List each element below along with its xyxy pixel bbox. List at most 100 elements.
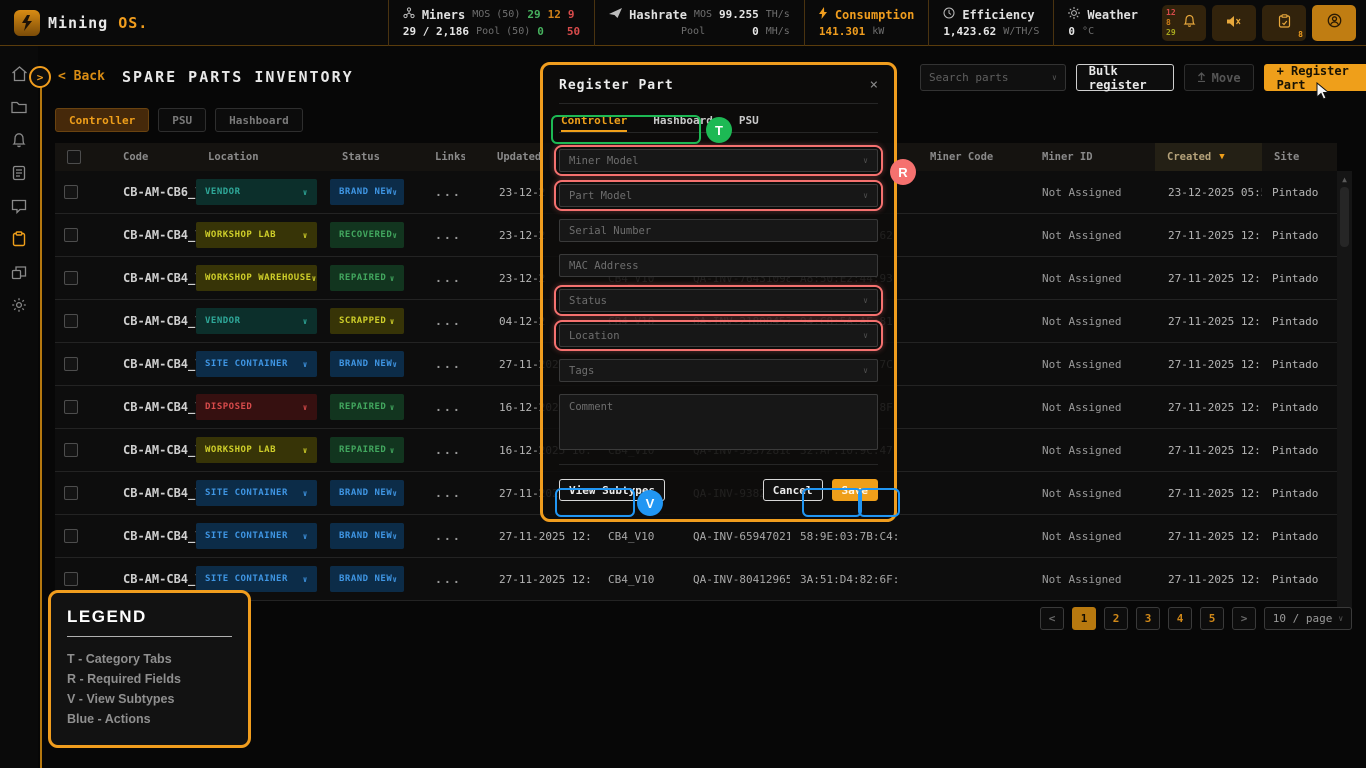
row-checkbox[interactable]	[64, 314, 78, 328]
speaker-icon	[1226, 13, 1242, 32]
status-select[interactable]: BRAND NEW∨	[330, 523, 404, 549]
field-serial-number[interactable]: Serial Number	[559, 219, 878, 242]
col-header-code[interactable]: Code	[90, 151, 196, 163]
move-button[interactable]: Move	[1184, 64, 1254, 91]
field-status[interactable]: Status∨	[559, 289, 878, 312]
links-menu[interactable]: ...	[420, 529, 465, 543]
category-tab-hashboard[interactable]: Hashboard	[215, 108, 303, 132]
sound-button[interactable]	[1212, 5, 1256, 41]
links-menu[interactable]: ...	[420, 357, 465, 371]
field-mac-address[interactable]: MAC Address	[559, 254, 878, 277]
category-tab-psu[interactable]: PSU	[158, 108, 206, 132]
row-checkbox[interactable]	[64, 572, 78, 586]
modal-tab-psu[interactable]: PSU	[739, 114, 759, 132]
row-checkbox[interactable]	[64, 400, 78, 414]
status-select[interactable]: REPAIRED∨	[330, 437, 404, 463]
modal-tab-controller[interactable]: Controller	[561, 114, 627, 132]
location-select[interactable]: VENDOR∨	[196, 308, 317, 334]
modal-tab-hashboard[interactable]: Hashboard	[653, 114, 713, 132]
collapse-panel-button[interactable]: >	[29, 66, 51, 88]
row-checkbox[interactable]	[64, 357, 78, 371]
chevron-down-icon: ∨	[303, 489, 308, 498]
legend-divider	[67, 636, 232, 637]
serial-value: QA-INV-8041296573	[680, 573, 790, 586]
col-header-links[interactable]: Links	[420, 151, 465, 163]
field-location[interactable]: Location∨	[559, 324, 878, 347]
alerts-icon[interactable]	[9, 130, 29, 150]
row-checkbox[interactable]	[64, 271, 78, 285]
status-select[interactable]: RECOVERED∨	[330, 222, 404, 248]
assets-icon[interactable]	[9, 262, 29, 282]
page-button-2[interactable]: 2	[1104, 607, 1128, 630]
prev-page-button[interactable]: <	[1040, 607, 1064, 630]
scrollbar-thumb[interactable]	[1340, 187, 1349, 247]
status-select[interactable]: SCRAPPED∨	[330, 308, 404, 334]
row-checkbox[interactable]	[64, 486, 78, 500]
status-select[interactable]: BRAND NEW∨	[330, 566, 404, 592]
status-select[interactable]: BRAND NEW∨	[330, 480, 404, 506]
status-cell: REPAIRED∨	[330, 437, 420, 463]
location-select[interactable]: SITE CONTAINER∨	[196, 480, 317, 506]
location-select[interactable]: WORKSHOP LAB∨	[196, 222, 317, 248]
page-button-1[interactable]: 1	[1072, 607, 1096, 630]
status-select[interactable]: REPAIRED∨	[330, 265, 404, 291]
field-comment[interactable]: Comment	[559, 394, 878, 450]
status-select[interactable]: BRAND NEW∨	[330, 351, 404, 377]
links-menu[interactable]: ...	[420, 314, 465, 328]
location-select[interactable]: SITE CONTAINER∨	[196, 351, 317, 377]
reports-icon[interactable]	[9, 163, 29, 183]
col-header-status[interactable]: Status	[330, 151, 420, 163]
field-miner-model[interactable]: Miner Model∨	[559, 149, 878, 172]
category-tab-controller[interactable]: Controller	[55, 108, 149, 132]
close-icon[interactable]: ×	[870, 77, 878, 93]
notifications-button[interactable]: 12 8 29	[1162, 5, 1206, 41]
field-part-model[interactable]: Part Model∨	[559, 184, 878, 207]
scroll-up-icon[interactable]: ▲	[1337, 175, 1352, 184]
row-checkbox[interactable]	[64, 228, 78, 242]
col-header-created[interactable]: Created ▼	[1155, 143, 1262, 171]
bulk-register-button[interactable]: Bulk register	[1076, 64, 1174, 91]
cancel-button[interactable]: Cancel	[763, 479, 823, 501]
location-select[interactable]: DISPOSED∨	[196, 394, 317, 420]
table-scrollbar[interactable]: ▲ ▼	[1337, 171, 1352, 629]
links-menu[interactable]: ...	[420, 572, 465, 586]
register-part-button[interactable]: + Register Part	[1264, 64, 1366, 91]
page-size-select[interactable]: 10 / page ∨	[1264, 607, 1352, 630]
account-button[interactable]	[1312, 5, 1356, 41]
field-tags[interactable]: Tags∨	[559, 359, 878, 382]
back-button[interactable]: < Back	[58, 69, 105, 84]
links-menu[interactable]: ...	[420, 228, 465, 242]
status-select[interactable]: REPAIRED∨	[330, 394, 404, 420]
location-select[interactable]: SITE CONTAINER∨	[196, 523, 317, 549]
row-checkbox[interactable]	[64, 529, 78, 543]
links-menu[interactable]: ...	[420, 400, 465, 414]
row-checkbox[interactable]	[64, 443, 78, 457]
links-menu[interactable]: ...	[420, 443, 465, 457]
links-menu[interactable]: ...	[420, 486, 465, 500]
search-parts-input[interactable]: Search parts ∨	[920, 64, 1066, 91]
select-all-checkbox[interactable]	[67, 150, 81, 164]
page-button-5[interactable]: 5	[1200, 607, 1224, 630]
tasks-button[interactable]: 8	[1262, 5, 1306, 41]
row-checkbox[interactable]	[64, 185, 78, 199]
home-icon[interactable]	[9, 64, 29, 84]
col-header-location[interactable]: Location	[196, 151, 330, 163]
save-button[interactable]: Save	[832, 479, 879, 501]
status-select[interactable]: BRAND NEW∨	[330, 179, 404, 205]
col-header-site[interactable]: Site	[1262, 151, 1337, 163]
location-select[interactable]: WORKSHOP LAB∨	[196, 437, 317, 463]
page-button-4[interactable]: 4	[1168, 607, 1192, 630]
location-select[interactable]: WORKSHOP WAREHOUSE∨	[196, 265, 317, 291]
col-header-miner-id[interactable]: Miner ID	[1030, 151, 1155, 163]
spare-parts-icon[interactable]	[9, 229, 29, 249]
next-page-button[interactable]: >	[1232, 607, 1256, 630]
messages-icon[interactable]	[9, 196, 29, 216]
settings-gear-icon[interactable]	[9, 295, 29, 315]
col-header-miner-code[interactable]: Miner Code	[900, 151, 1030, 163]
location-select[interactable]: SITE CONTAINER∨	[196, 566, 317, 592]
page-button-3[interactable]: 3	[1136, 607, 1160, 630]
links-menu[interactable]: ...	[420, 271, 465, 285]
folder-icon[interactable]	[9, 97, 29, 117]
links-menu[interactable]: ...	[420, 185, 465, 199]
location-select[interactable]: VENDOR∨	[196, 179, 317, 205]
